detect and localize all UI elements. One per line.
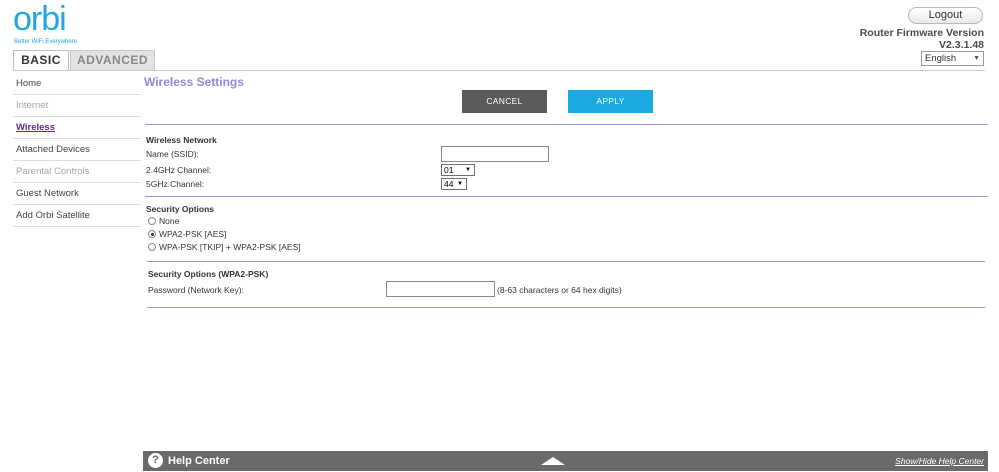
sidebar-item-add-orbi-satellite[interactable]: Add Orbi Satellite [13,205,141,227]
chevron-up-icon[interactable] [541,457,565,465]
firmware-version: V2.3.1.48 [939,39,984,51]
password-input[interactable] [386,281,495,297]
radio-button[interactable] [148,243,156,251]
radio-button-selected[interactable] [148,230,156,238]
help-center-title: Help Center [168,455,230,467]
security-options-heading: Security Options [146,204,215,214]
security-option-label: WPA-PSK [TKIP] + WPA2-PSK [AES] [159,242,301,252]
orbi-logo: orbi Better WiFi Everywhere [13,2,93,48]
tab-advanced[interactable]: ADVANCED [70,50,155,70]
channel-24ghz-label: 2.4GHz Channel: [146,165,212,175]
channel-24ghz-value: 01 [444,165,454,175]
help-center-bar: ? Help Center Show/Hide Help Center [143,451,988,471]
section-divider [147,261,985,262]
sidebar-item-internet[interactable]: Internet [13,95,141,117]
logo-wordmark: orbi [13,0,67,38]
sidebar-item-parental-controls[interactable]: Parental Controls [13,161,141,183]
apply-button[interactable]: APPLY [568,90,653,113]
channel-5ghz-select[interactable]: 44 ▼ [441,178,467,190]
sidebar-item-guest-network[interactable]: Guest Network [13,183,141,205]
section-divider [147,307,985,308]
channel-24ghz-select[interactable]: 01 ▼ [441,164,475,176]
tab-basic[interactable]: BASIC [13,50,69,70]
question-icon: ? [148,453,163,468]
section-divider [145,196,988,197]
sidebar-item-home[interactable]: Home [13,73,141,95]
wireless-network-heading: Wireless Network [146,135,217,145]
ssid-input[interactable] [441,146,549,162]
page-title: Wireless Settings [144,75,244,89]
channel-5ghz-label: 5GHz Channel: [146,179,205,189]
radio-button[interactable] [148,217,156,225]
cancel-button[interactable]: CANCEL [462,90,547,113]
password-hint: (8-63 characters or 64 hex digits) [497,285,622,295]
chevron-down-icon: ▼ [457,181,463,187]
logo-tagline: Better WiFi Everywhere [14,39,78,45]
security-option-label: None [159,216,180,226]
language-select[interactable]: English ▼ [921,51,984,66]
security-option-none[interactable]: None [148,216,179,226]
password-label: Password (Network Key): [148,285,244,295]
header-divider [13,70,985,71]
ssid-label: Name (SSID): [146,149,199,159]
section-divider [145,124,988,125]
sidebar-nav: Home Internet Wireless Attached Devices … [13,73,141,227]
channel-5ghz-value: 44 [444,179,454,189]
firmware-label: Router Firmware Version [859,27,984,39]
sidebar-item-wireless[interactable]: Wireless [13,117,141,139]
show-hide-help-link[interactable]: Show/Hide Help Center [895,456,984,466]
chevron-down-icon: ▼ [465,167,471,173]
security-option-label: WPA2-PSK [AES] [159,229,227,239]
logout-button[interactable]: Logout [908,7,983,24]
wpa2-psk-heading: Security Options (WPA2-PSK) [148,269,269,279]
security-option-wpa-wpa2-mixed[interactable]: WPA-PSK [TKIP] + WPA2-PSK [AES] [148,242,301,252]
language-value: English [925,53,957,64]
security-option-wpa2-psk[interactable]: WPA2-PSK [AES] [148,229,226,239]
sidebar-item-attached-devices[interactable]: Attached Devices [13,139,141,161]
chevron-down-icon: ▼ [973,55,980,62]
